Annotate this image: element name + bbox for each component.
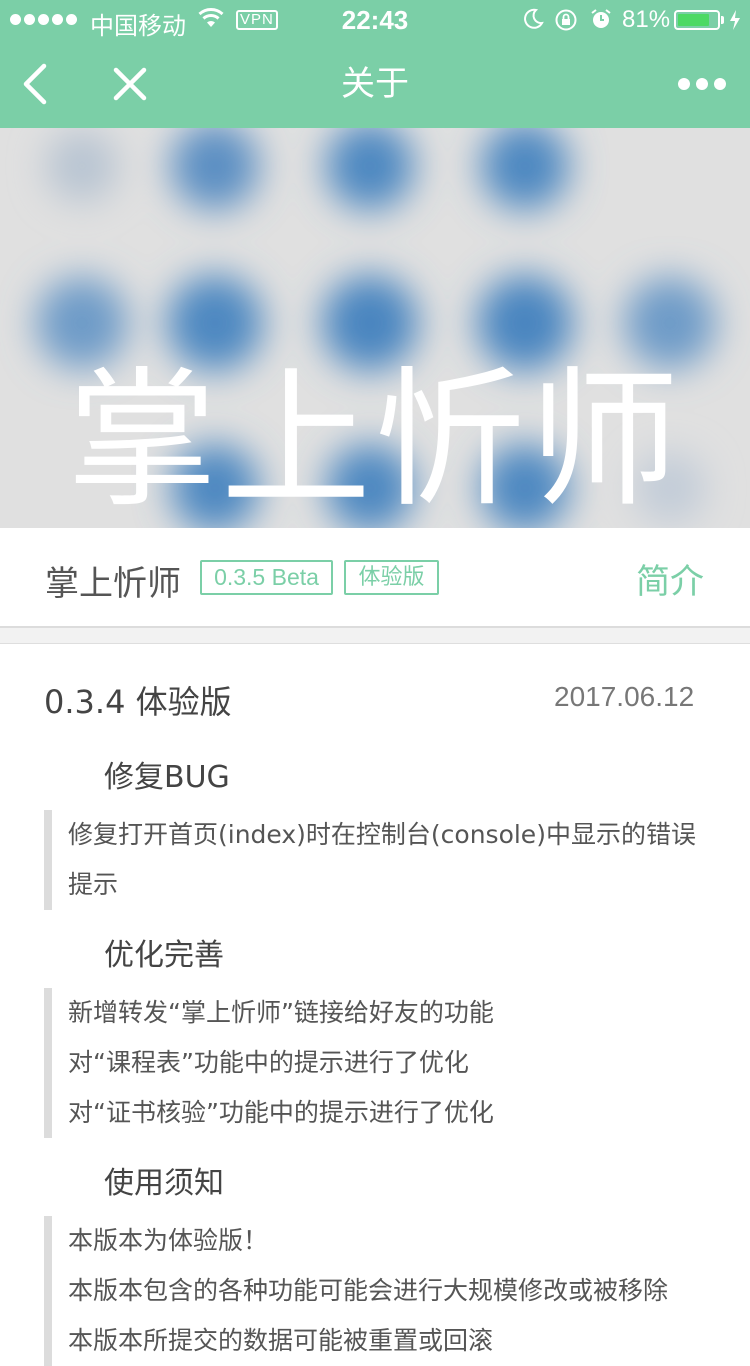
- navigation-bar: 关于: [0, 40, 750, 128]
- status-bar: 中国移动 VPN 22:43 81%: [0, 0, 750, 40]
- release-title: 0.3.4 体验版: [44, 683, 232, 721]
- release-date: 2017.06.12: [554, 681, 695, 712]
- battery-tip: [721, 16, 724, 24]
- section-list-notice: 本版本为体验版！ 本版本包含的各种功能可能会进行大规模修改或被移除 本版本所提交…: [44, 1216, 710, 1366]
- hero-banner: 掌上忻师: [0, 128, 750, 528]
- version-tag: 0.3.5 Beta: [200, 560, 333, 595]
- app-name: 掌上忻师: [45, 564, 181, 604]
- list-item: 对“课程表”功能中的提示进行了优化: [68, 1048, 469, 1077]
- section-separator: [0, 628, 750, 644]
- charging-bolt-icon: [730, 10, 740, 30]
- banner-title: 掌上忻师: [66, 354, 683, 528]
- battery-icon: [674, 10, 720, 30]
- section-title-notice: 使用须知: [104, 1166, 224, 1201]
- battery-level-fill: [678, 14, 709, 26]
- section-title-bugfix: 修复BUG: [104, 760, 230, 795]
- list-item: 本版本为体验版！: [68, 1226, 269, 1255]
- page-title: 关于: [341, 64, 409, 104]
- section-list-bugfix: 修复打开首页(index)时在控制台(console)中显示的错误 提示: [44, 810, 710, 910]
- channel-tag: 体验版: [344, 560, 439, 595]
- list-item: 提示: [68, 870, 119, 899]
- list-item: 本版本所提交的数据可能被重置或回滚: [68, 1326, 494, 1355]
- do-not-disturb-moon-icon: [524, 8, 544, 29]
- section-title-improvements: 优化完善: [104, 938, 224, 973]
- battery-percent: 81%: [622, 6, 671, 33]
- list-item: 新增转发“掌上忻师”链接给好友的功能: [68, 998, 494, 1027]
- app-info-row: 掌上忻师 0.3.5 Beta 体验版 简介: [0, 528, 750, 628]
- section-list-improvements: 新增转发“掌上忻师”链接给好友的功能 对“课程表”功能中的提示进行了优化 对“证…: [44, 988, 710, 1138]
- list-item: 对“证书核验”功能中的提示进行了优化: [68, 1098, 494, 1127]
- list-item: 本版本包含的各种功能可能会进行大规模修改或被移除: [68, 1276, 669, 1305]
- more-dots-icon[interactable]: [672, 64, 732, 104]
- list-item: 修复打开首页(index)时在控制台(console)中显示的错误: [68, 820, 696, 849]
- intro-link[interactable]: 简介: [636, 554, 704, 603]
- rotation-lock-icon: [555, 9, 577, 31]
- alarm-clock-icon: [591, 9, 611, 28]
